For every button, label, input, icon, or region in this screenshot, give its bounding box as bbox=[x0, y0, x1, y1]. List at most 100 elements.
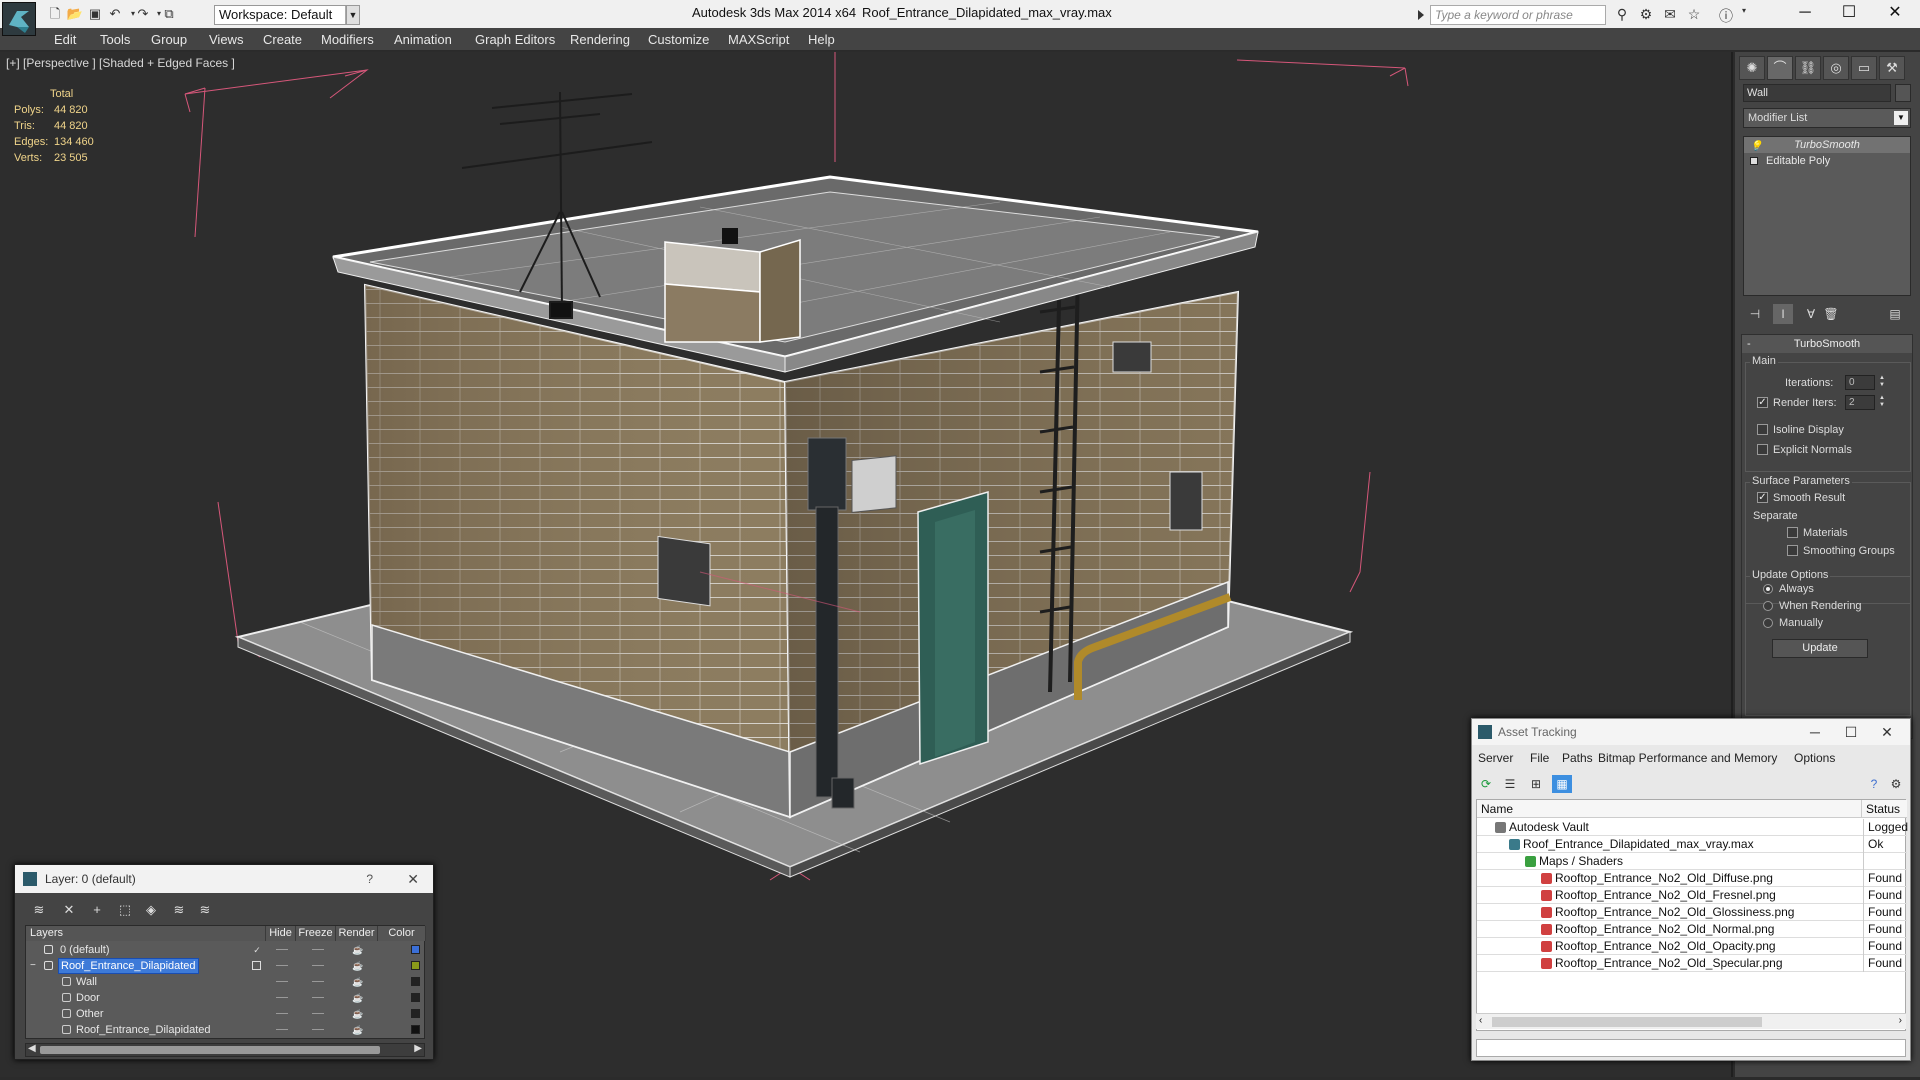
explicit-normals-checkbox[interactable] bbox=[1757, 444, 1768, 455]
scroll-right-icon[interactable]: ▶ bbox=[414, 1043, 422, 1054]
scroll-left-icon[interactable]: ‹ bbox=[1479, 1015, 1482, 1026]
close-button[interactable]: ✕ bbox=[1872, 719, 1902, 745]
asset-row[interactable]: Rooftop_Entrance_No2_Old_Glossiness.png … bbox=[1477, 904, 1907, 921]
layer-row[interactable]: − Roof_Entrance_Dilapidated ☕ bbox=[26, 958, 426, 974]
menu-edit[interactable]: Edit bbox=[54, 32, 76, 47]
freeze-toggle[interactable] bbox=[312, 997, 324, 998]
object-color-swatch[interactable] bbox=[411, 993, 420, 1002]
smooth-result-checkbox[interactable]: ✓ bbox=[1757, 492, 1768, 503]
object-color-swatch[interactable] bbox=[411, 1025, 420, 1034]
maximize-button[interactable]: ☐ bbox=[1836, 719, 1866, 745]
subscription-icon[interactable]: ⚙ bbox=[1636, 6, 1656, 24]
freeze-toggle[interactable] bbox=[312, 949, 324, 950]
column-layers[interactable]: Layers bbox=[26, 926, 266, 941]
column-freeze[interactable]: Freeze bbox=[296, 926, 336, 941]
list-view-icon[interactable]: ☰ bbox=[1500, 775, 1520, 793]
help-icon[interactable]: ⓘ bbox=[1716, 6, 1736, 24]
expand-box-icon[interactable] bbox=[1750, 157, 1758, 165]
column-hide[interactable]: Hide bbox=[266, 926, 296, 941]
scroll-right-icon[interactable]: › bbox=[1899, 1015, 1902, 1026]
utilities-tab-icon[interactable]: ⚒ bbox=[1879, 56, 1905, 80]
layer-color-swatch[interactable] bbox=[411, 961, 420, 970]
asset-row[interactable]: Autodesk Vault Logged bbox=[1477, 819, 1908, 836]
horizontal-scrollbar[interactable]: ‹ › bbox=[1476, 1013, 1906, 1029]
maximize-button[interactable]: ☐ bbox=[1826, 0, 1872, 28]
asset-row[interactable]: Maps / Shaders bbox=[1477, 853, 1907, 870]
options-icon[interactable]: ⚙ bbox=[1886, 775, 1906, 793]
workspace-menu-icon[interactable]: ▼ bbox=[346, 5, 360, 25]
menu-graph-editors[interactable]: Graph Editors bbox=[475, 32, 555, 47]
modifier-list-dropdown[interactable]: Modifier List ▼ bbox=[1743, 108, 1911, 128]
modifier-stack[interactable]: 💡 TurboSmooth Editable Poly bbox=[1743, 136, 1911, 296]
hierarchy-tab-icon[interactable]: ⛓ bbox=[1795, 56, 1821, 80]
update-button[interactable]: Update bbox=[1772, 639, 1868, 658]
display-tab-icon[interactable]: ▭ bbox=[1851, 56, 1877, 80]
menu-maxscript[interactable]: MAXScript bbox=[728, 32, 789, 47]
remove-modifier-icon[interactable]: 🗑 bbox=[1821, 304, 1841, 324]
manually-radio[interactable] bbox=[1763, 618, 1773, 628]
hide-toggle[interactable] bbox=[276, 949, 288, 950]
select-in-layer-icon[interactable]: ⬚ bbox=[115, 901, 135, 919]
configure-modifier-sets-icon[interactable]: ▤ bbox=[1885, 304, 1905, 324]
menu-help[interactable]: Help bbox=[808, 32, 835, 47]
menu-options[interactable]: Options bbox=[1794, 751, 1835, 765]
rollout-header[interactable]: - TurboSmooth bbox=[1742, 335, 1912, 353]
hide-all-layers-icon[interactable]: ≋ bbox=[169, 901, 189, 919]
show-end-result-icon[interactable]: I bbox=[1773, 304, 1793, 324]
asset-row[interactable]: Rooftop_Entrance_No2_Old_Opacity.png Fou… bbox=[1477, 938, 1907, 955]
stack-item-editable-poly[interactable]: Editable Poly bbox=[1744, 153, 1910, 169]
hide-toggle[interactable] bbox=[276, 1029, 288, 1030]
object-color-swatch[interactable] bbox=[1895, 84, 1911, 102]
always-radio[interactable] bbox=[1763, 584, 1773, 594]
refresh-icon[interactable]: ⟳ bbox=[1476, 775, 1496, 793]
spinner-arrows-icon[interactable]: ▲ ▼ bbox=[1878, 395, 1886, 410]
render-teapot-icon[interactable]: ☕ bbox=[352, 945, 363, 955]
menu-tools[interactable]: Tools bbox=[100, 32, 130, 47]
menu-bitmap-performance[interactable]: Bitmap Performance and Memory bbox=[1598, 751, 1777, 765]
hide-toggle[interactable] bbox=[276, 1013, 288, 1014]
make-unique-icon[interactable]: ∀ bbox=[1801, 304, 1821, 324]
freeze-toggle[interactable] bbox=[312, 1013, 324, 1014]
menu-rendering[interactable]: Rendering bbox=[570, 32, 630, 47]
dialog-title-bar[interactable]: Asset Tracking ─ ☐ ✕ bbox=[1472, 719, 1910, 745]
iterations-spinner[interactable]: 0 bbox=[1845, 375, 1875, 390]
menu-paths[interactable]: Paths bbox=[1562, 751, 1593, 765]
asset-row[interactable]: Rooftop_Entrance_No2_Old_Normal.png Foun… bbox=[1477, 921, 1907, 938]
smoothing-groups-checkbox[interactable] bbox=[1787, 545, 1798, 556]
menu-create[interactable]: Create bbox=[263, 32, 302, 47]
delete-layer-icon[interactable]: ✕ bbox=[59, 901, 79, 919]
render-teapot-icon[interactable]: ☕ bbox=[352, 977, 363, 987]
create-tab-sun-icon[interactable]: ✺ bbox=[1739, 56, 1765, 80]
stack-item-turbosmooth[interactable]: 💡 TurboSmooth bbox=[1744, 137, 1910, 153]
render-teapot-icon[interactable]: ☕ bbox=[352, 1025, 363, 1035]
hide-toggle[interactable] bbox=[276, 965, 288, 966]
menu-modifiers[interactable]: Modifiers bbox=[321, 32, 374, 47]
object-name-field[interactable]: Wall bbox=[1743, 84, 1891, 102]
horizontal-scrollbar[interactable]: ◀ ▶ bbox=[25, 1043, 425, 1057]
hide-toggle[interactable] bbox=[276, 981, 288, 982]
menu-server[interactable]: Server bbox=[1478, 751, 1513, 765]
minimize-button[interactable]: ─ bbox=[1800, 719, 1830, 745]
menu-views[interactable]: Views bbox=[209, 32, 243, 47]
search-expand-icon[interactable] bbox=[1418, 10, 1424, 20]
object-row[interactable]: Door ☕ bbox=[26, 990, 426, 1006]
pin-stack-icon[interactable]: ⊣ bbox=[1745, 304, 1765, 324]
table-view-icon[interactable]: ▦ bbox=[1552, 775, 1572, 793]
asset-row[interactable]: Rooftop_Entrance_No2_Old_Specular.png Fo… bbox=[1477, 955, 1907, 972]
object-color-swatch[interactable] bbox=[411, 977, 420, 986]
spinner-arrows-icon[interactable]: ▲ ▼ bbox=[1878, 375, 1886, 390]
layer-color-swatch[interactable] bbox=[411, 945, 420, 954]
isoline-display-checkbox[interactable] bbox=[1757, 424, 1768, 435]
motion-tab-icon[interactable]: ◎ bbox=[1823, 56, 1849, 80]
render-teapot-icon[interactable]: ☕ bbox=[352, 961, 363, 971]
layer-stack-icon[interactable]: ≋ bbox=[29, 901, 49, 919]
viewport-label[interactable]: [+] [Perspective ] [Shaded + Edged Faces… bbox=[6, 56, 235, 70]
close-button[interactable]: ✕ bbox=[1872, 0, 1918, 28]
help-dropdown-icon[interactable]: ▾ bbox=[1734, 6, 1754, 24]
minimize-button[interactable]: ─ bbox=[1782, 0, 1828, 28]
freeze-all-layers-icon[interactable]: ≋ bbox=[195, 901, 215, 919]
render-iters-checkbox[interactable]: ✓ bbox=[1757, 397, 1768, 408]
workspace-dropdown[interactable]: Workspace: Default ▼ bbox=[214, 5, 360, 25]
help-button[interactable]: ? bbox=[366, 865, 373, 893]
menu-customize[interactable]: Customize bbox=[648, 32, 709, 47]
